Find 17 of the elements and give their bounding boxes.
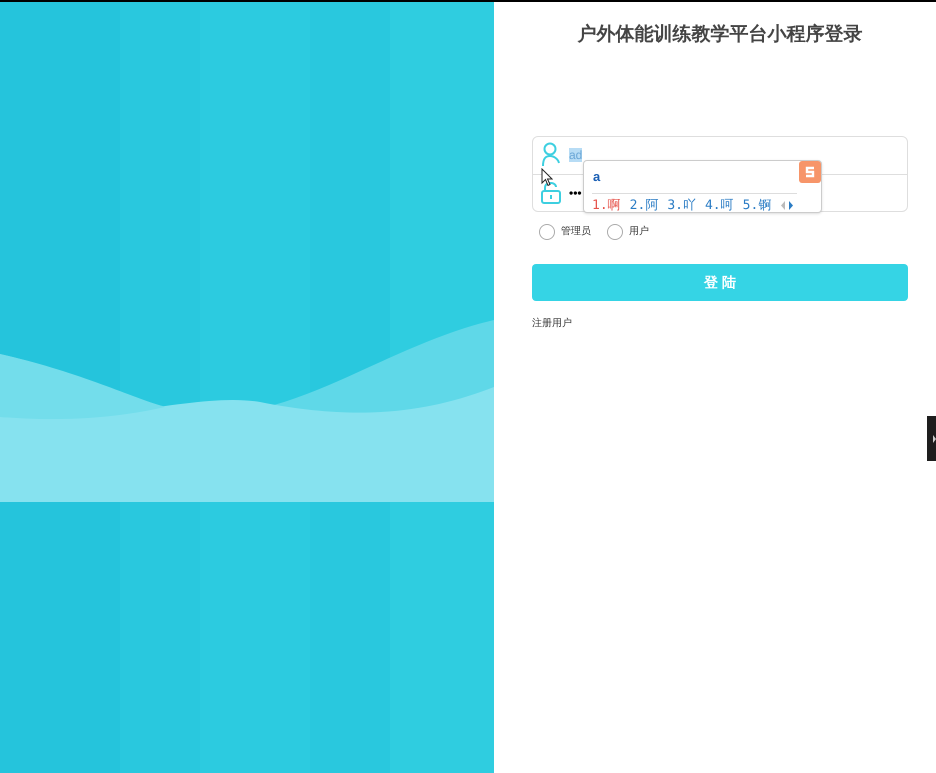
candidate-item[interactable]: 2.阿 <box>630 196 658 215</box>
padlock-icon <box>541 182 561 204</box>
candidate-item[interactable]: 5.锕 <box>742 196 772 215</box>
radio-button[interactable] <box>539 224 555 240</box>
candidate-item[interactable]: 4.呵 <box>704 196 734 215</box>
page-arrows-icon[interactable] <box>780 200 794 210</box>
radio-button[interactable] <box>607 224 623 240</box>
cursor-icon <box>541 168 553 187</box>
register-link[interactable]: 注册用户 <box>532 316 572 330</box>
candidate-item[interactable]: 1.啊 <box>592 196 621 215</box>
radio-label: 管理员 <box>561 225 591 239</box>
user-icon <box>541 142 561 168</box>
candidate-item[interactable]: 3.吖 <box>667 196 696 215</box>
page-title: 户外体能训练教学平台小程序登录 <box>578 22 862 47</box>
side-tab[interactable] <box>927 416 936 461</box>
radio-label: 用户 <box>629 224 649 239</box>
triangle-icon <box>933 434 936 442</box>
